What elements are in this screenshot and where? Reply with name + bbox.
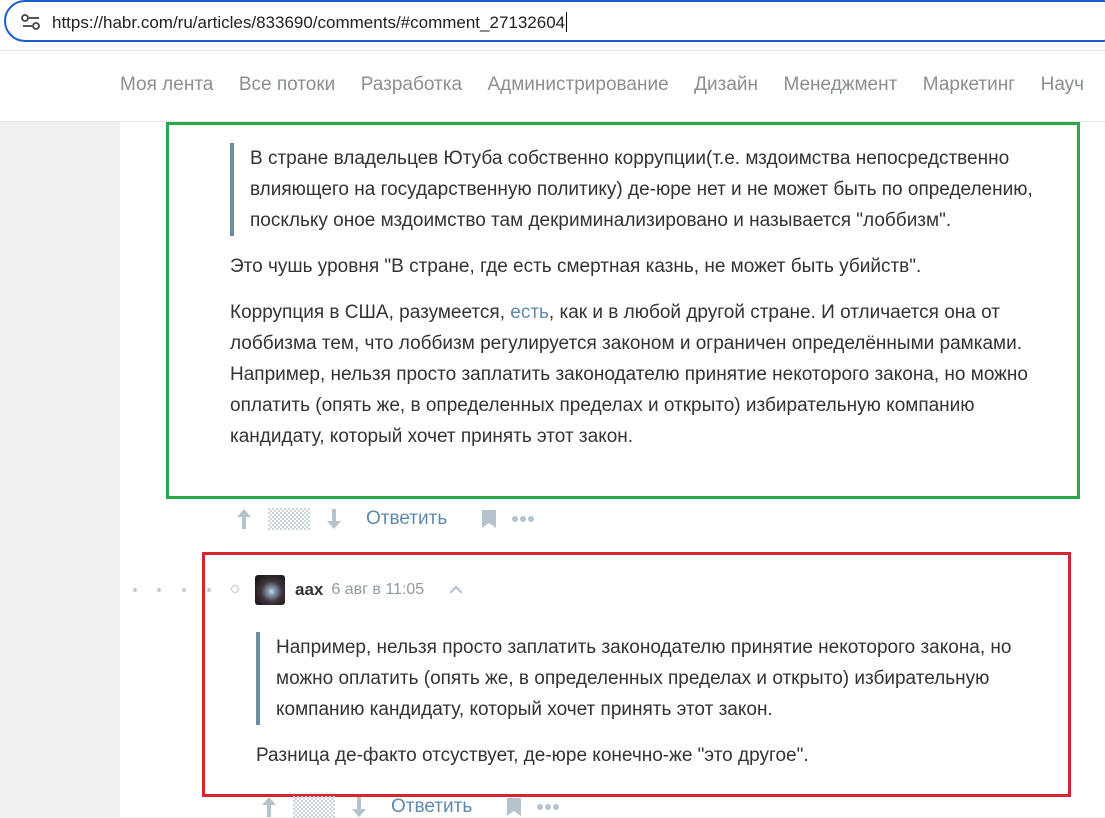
nav-item-my-feed[interactable]: Моя лента <box>120 74 213 96</box>
downvote-arrow-icon[interactable] <box>351 796 367 818</box>
text-cursor <box>566 12 568 32</box>
reply-button[interactable]: Ответить <box>391 796 472 818</box>
highlight-frame-red <box>202 552 1071 797</box>
rating-hidden-icon <box>268 508 310 530</box>
reply-button[interactable]: Ответить <box>366 508 447 530</box>
nav-item-design[interactable]: Дизайн <box>694 74 758 96</box>
comment-actions: Ответить <box>236 508 535 530</box>
more-icon[interactable] <box>511 515 535 523</box>
nav-item-science[interactable]: Науч <box>1041 74 1084 96</box>
more-icon[interactable] <box>536 803 560 811</box>
nav-item-marketing[interactable]: Маркетинг <box>923 74 1015 96</box>
nav-item-administration[interactable]: Администрирование <box>487 74 668 96</box>
bookmark-icon[interactable] <box>481 509 497 529</box>
nav-item-management[interactable]: Менеджмент <box>783 74 897 96</box>
comment-actions: Ответить <box>261 796 560 818</box>
thread-dot <box>157 588 161 592</box>
nav-item-development[interactable]: Разработка <box>361 74 462 96</box>
upvote-arrow-icon[interactable] <box>236 508 252 530</box>
highlight-frame-green <box>166 122 1080 499</box>
site-settings-icon[interactable] <box>20 13 42 31</box>
habr-nav: Моя лента Все потоки Разработка Админист… <box>0 51 1105 122</box>
address-bar[interactable]: https://habr.com/ru/articles/833690/comm… <box>4 0 1105 42</box>
browser-toolbar: https://habr.com/ru/articles/833690/comm… <box>0 0 1105 51</box>
downvote-arrow-icon[interactable] <box>326 508 342 530</box>
thread-dot <box>182 588 186 592</box>
upvote-arrow-icon[interactable] <box>261 796 277 818</box>
nav-items: Моя лента Все потоки Разработка Админист… <box>120 74 1105 96</box>
nav-item-all-streams[interactable]: Все потоки <box>239 74 335 96</box>
thread-dot <box>133 588 137 592</box>
bookmark-icon[interactable] <box>506 797 522 817</box>
url-text[interactable]: https://habr.com/ru/articles/833690/comm… <box>52 12 568 33</box>
rating-hidden-icon <box>293 796 335 818</box>
